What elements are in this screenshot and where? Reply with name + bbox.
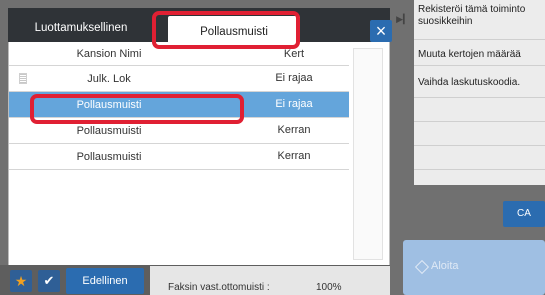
folder-name: Pollausmuisti xyxy=(76,125,142,137)
column-header-count: Kert xyxy=(283,48,305,60)
folder-count: Ei rajaa xyxy=(275,72,313,84)
scrollbar[interactable] xyxy=(353,48,383,260)
ca-button[interactable]: CA xyxy=(503,201,545,227)
previous-button[interactable]: Edellinen xyxy=(66,268,144,294)
folder-list: Kansion Nimi Kert Julk. Lok Ei rajaa Pol… xyxy=(8,42,390,266)
highlight-tab-outline xyxy=(152,11,300,49)
fax-memory-value: 100% xyxy=(316,282,342,293)
start-icon xyxy=(414,259,430,275)
menu-item-empty xyxy=(414,146,545,170)
menu-item-empty xyxy=(414,122,545,146)
folder-name: Pollausmuisti xyxy=(76,151,142,163)
folder-count: Kerran xyxy=(277,150,311,162)
start-button[interactable]: Aloita xyxy=(403,240,545,295)
start-label: Aloita xyxy=(431,260,459,272)
list-item[interactable]: Julk. Lok Ei rajaa xyxy=(9,66,349,92)
tab-confidential[interactable]: Luottamuksellinen xyxy=(8,8,154,42)
column-header-name: Kansion Nimi xyxy=(76,48,142,60)
menu-item-change-count[interactable]: Muuta kertojen määrää xyxy=(414,40,545,66)
menu-item-register-favorite[interactable]: Rekisteröi tämä toiminto suosikkeihin xyxy=(414,0,545,40)
star-icon[interactable]: ★ xyxy=(10,270,32,292)
checkmark-icon[interactable]: ✔ xyxy=(38,270,60,292)
menu-item-empty xyxy=(414,98,545,122)
menu-item-change-billing[interactable]: Vaihda laskutuskoodia. xyxy=(414,66,545,98)
folder-count: Ei rajaa xyxy=(275,98,313,110)
collapse-arrow-icon[interactable]: ▶▎ xyxy=(396,10,410,28)
highlight-row-outline xyxy=(30,94,244,124)
action-menu: Rekisteröi tämä toiminto suosikkeihin Mu… xyxy=(414,0,545,185)
folder-name: Julk. Lok xyxy=(87,73,131,85)
fax-polling-screen: Luottamuksellinen Pollausmuisti × Kansio… xyxy=(0,0,545,295)
list-item[interactable]: Pollausmuisti Kerran xyxy=(9,144,349,170)
close-icon[interactable]: × xyxy=(370,20,392,42)
folder-count: Kerran xyxy=(277,124,311,136)
fax-memory-label: Faksin vast.ottomuisti : xyxy=(168,282,270,293)
